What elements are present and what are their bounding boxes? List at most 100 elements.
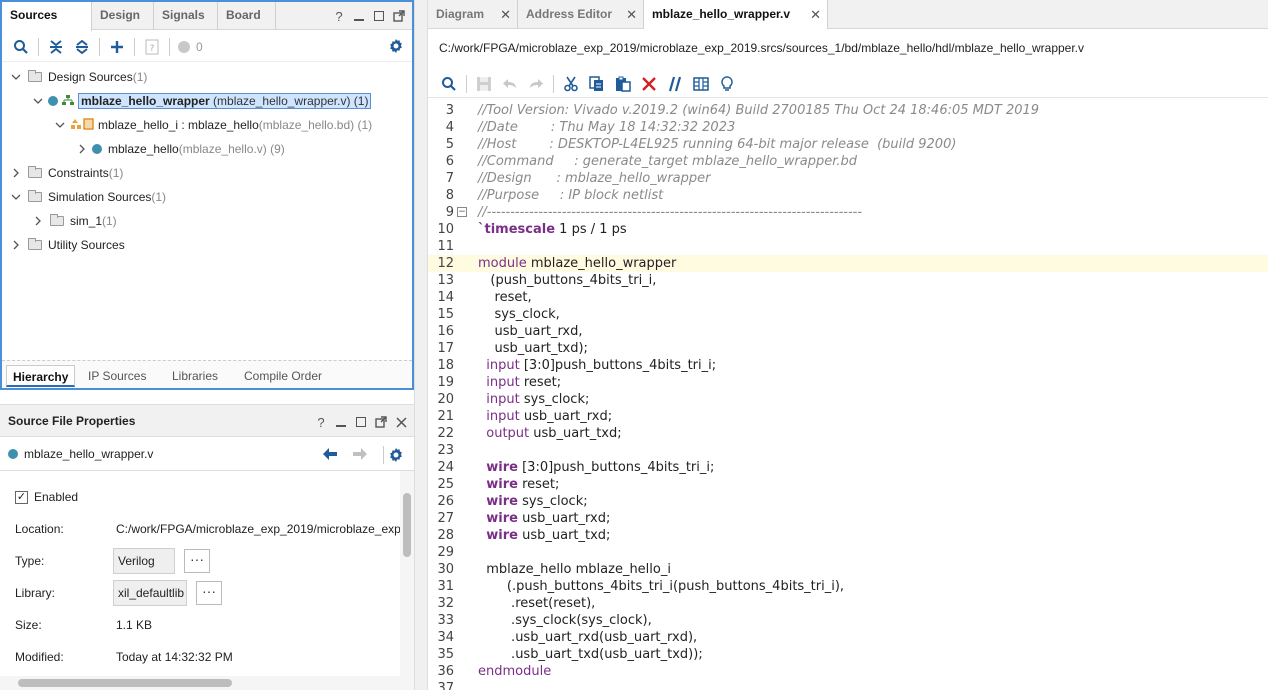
chevron-down-icon[interactable] <box>10 191 22 203</box>
undo-icon[interactable] <box>497 73 523 95</box>
help-icon[interactable]: ? <box>332 9 346 24</box>
tab-design[interactable]: Design <box>92 2 154 30</box>
tab-mblaze-hello-wrapper[interactable]: mblaze_hello_wrapper.v ✕ <box>644 0 828 29</box>
tree-item-simulation-sources[interactable]: Simulation Sources (1) <box>10 186 166 208</box>
code-line[interactable]: 36 endmodule <box>428 663 1268 680</box>
code-line[interactable]: 9− //------------------------------------… <box>428 204 1268 221</box>
tab-sources[interactable]: Sources <box>2 2 92 31</box>
chevron-down-icon[interactable] <box>10 71 22 83</box>
code-line[interactable]: 30 mblaze_hello mblaze_hello_i <box>428 561 1268 578</box>
minimize-icon[interactable] <box>352 9 366 23</box>
code-line[interactable]: 28 wire usb_uart_txd; <box>428 527 1268 544</box>
chevron-right-icon[interactable] <box>76 143 88 155</box>
code-area[interactable]: 3 //Tool Version: Vivado v.2019.2 (win64)… <box>428 102 1268 690</box>
code-line[interactable]: 17 usb_uart_txd); <box>428 340 1268 357</box>
code-line[interactable]: 32 .reset(reset), <box>428 595 1268 612</box>
code-line[interactable]: 34 .usb_uart_rxd(usb_uart_rxd), <box>428 629 1268 646</box>
tab-signals[interactable]: Signals <box>154 2 218 30</box>
close-icon[interactable] <box>394 415 408 429</box>
tab-libraries[interactable]: Libraries <box>166 365 224 387</box>
tree-item-bd-instance[interactable]: mblaze_hello_i : mblaze_hello (mblaze_he… <box>54 114 372 136</box>
delete-icon[interactable] <box>636 73 662 95</box>
code-line[interactable]: 11 <box>428 238 1268 255</box>
code-line[interactable]: 22 output usb_uart_txd; <box>428 425 1268 442</box>
add-sources-icon[interactable] <box>104 36 130 58</box>
back-arrow-icon[interactable] <box>322 447 338 464</box>
code-line[interactable]: 29 <box>428 544 1268 561</box>
scrollbar-thumb[interactable] <box>18 679 232 687</box>
float-icon[interactable] <box>374 415 388 429</box>
tab-ip-sources[interactable]: IP Sources <box>82 365 152 387</box>
collapse-all-icon[interactable] <box>43 36 69 58</box>
code-line[interactable]: 16 usb_uart_rxd, <box>428 323 1268 340</box>
float-icon[interactable] <box>392 9 406 23</box>
code-line[interactable]: 6 //Command : generate_target mblaze_hell… <box>428 153 1268 170</box>
close-icon[interactable]: ✕ <box>810 7 821 23</box>
tree-item-utility-sources[interactable]: Utility Sources <box>10 234 125 256</box>
tree-item-wrapper[interactable]: mblaze_hello_wrapper (mblaze_hello_wrapp… <box>32 90 372 112</box>
help-icon[interactable]: ? <box>314 415 328 430</box>
code-line[interactable]: 31 (.push_buttons_4bits_tri_i(push_butto… <box>428 578 1268 595</box>
close-icon[interactable]: ✕ <box>500 7 511 23</box>
tree-item-constraints[interactable]: Constraints (1) <box>10 162 123 184</box>
minimize-icon[interactable] <box>334 415 348 429</box>
cut-icon[interactable] <box>558 73 584 95</box>
forward-arrow-icon[interactable] <box>352 447 368 464</box>
chevron-down-icon[interactable] <box>32 95 44 107</box>
maximize-icon[interactable] <box>354 415 368 429</box>
scrollbar-thumb[interactable] <box>403 493 411 557</box>
tab-compile-order[interactable]: Compile Order <box>238 365 328 387</box>
code-line[interactable]: 13 (push_buttons_4bits_tri_i, <box>428 272 1268 289</box>
copy-icon[interactable] <box>584 73 610 95</box>
search-icon[interactable] <box>436 73 462 95</box>
chevron-right-icon[interactable] <box>10 239 22 251</box>
fold-toggle-icon[interactable]: − <box>457 207 467 217</box>
maximize-icon[interactable] <box>372 9 386 23</box>
code-line[interactable]: 26 wire sys_clock; <box>428 493 1268 510</box>
tab-board[interactable]: Board <box>218 2 276 30</box>
chevron-right-icon[interactable] <box>10 167 22 179</box>
code-line[interactable]: 19 input reset; <box>428 374 1268 391</box>
unknown-file-icon[interactable]: ? <box>139 36 165 58</box>
tree-item-mblaze-hello[interactable]: mblaze_hello (mblaze_hello.v) (9) <box>76 138 285 160</box>
tab-address-editor[interactable]: Address Editor ✕ <box>518 0 644 29</box>
code-line[interactable]: 15 sys_clock, <box>428 306 1268 323</box>
gear-icon[interactable] <box>388 38 404 57</box>
lightbulb-icon[interactable] <box>714 73 740 95</box>
library-more-button[interactable]: ··· <box>196 581 222 605</box>
gear-icon[interactable] <box>388 447 404 466</box>
properties-vertical-scrollbar[interactable] <box>400 471 414 676</box>
code-line[interactable]: 18 input [3:0]push_buttons_4bits_tri_i; <box>428 357 1268 374</box>
paste-icon[interactable] <box>610 73 636 95</box>
code-line[interactable]: 5 //Host : DESKTOP-L4EL925 running 64-bit… <box>428 136 1268 153</box>
code-line[interactable]: 14 reset, <box>428 289 1268 306</box>
code-line[interactable]: 12 module mblaze_hello_wrapper <box>428 255 1268 272</box>
redo-icon[interactable] <box>523 73 549 95</box>
panel-splitter[interactable] <box>414 0 428 690</box>
type-field[interactable]: Verilog <box>113 548 175 574</box>
properties-horizontal-scrollbar[interactable] <box>0 676 414 690</box>
type-more-button[interactable]: ··· <box>184 549 210 573</box>
code-line[interactable]: 7 //Design : mblaze_hello_wrapper <box>428 170 1268 187</box>
code-line[interactable]: 3 //Tool Version: Vivado v.2019.2 (win64)… <box>428 102 1268 119</box>
code-line[interactable]: 37 <box>428 680 1268 690</box>
expand-all-icon[interactable] <box>69 36 95 58</box>
chevron-down-icon[interactable] <box>54 119 66 131</box>
close-icon[interactable]: ✕ <box>626 7 637 23</box>
code-line[interactable]: 25 wire reset; <box>428 476 1268 493</box>
code-line[interactable]: 20 input sys_clock; <box>428 391 1268 408</box>
enabled-checkbox[interactable]: ✓ <box>15 490 28 504</box>
tree-item-design-sources[interactable]: Design Sources (1) <box>10 66 147 88</box>
tree-item-sim-1[interactable]: sim_1 (1) <box>32 210 117 232</box>
column-edit-icon[interactable] <box>688 73 714 95</box>
code-line[interactable]: 8 //Purpose : IP block netlist <box>428 187 1268 204</box>
code-line[interactable]: 27 wire usb_uart_rxd; <box>428 510 1268 527</box>
tab-diagram[interactable]: Diagram ✕ <box>428 0 518 29</box>
comment-toggle-icon[interactable] <box>662 73 688 95</box>
library-field[interactable]: xil_defaultlib <box>113 580 187 606</box>
save-icon[interactable] <box>471 73 497 95</box>
code-line[interactable]: 10 `timescale 1 ps / 1 ps <box>428 221 1268 238</box>
code-line[interactable]: 35 .usb_uart_txd(usb_uart_txd)); <box>428 646 1268 663</box>
search-icon[interactable] <box>8 36 34 58</box>
code-line[interactable]: 4 //Date : Thu May 18 14:32:32 2023 <box>428 119 1268 136</box>
